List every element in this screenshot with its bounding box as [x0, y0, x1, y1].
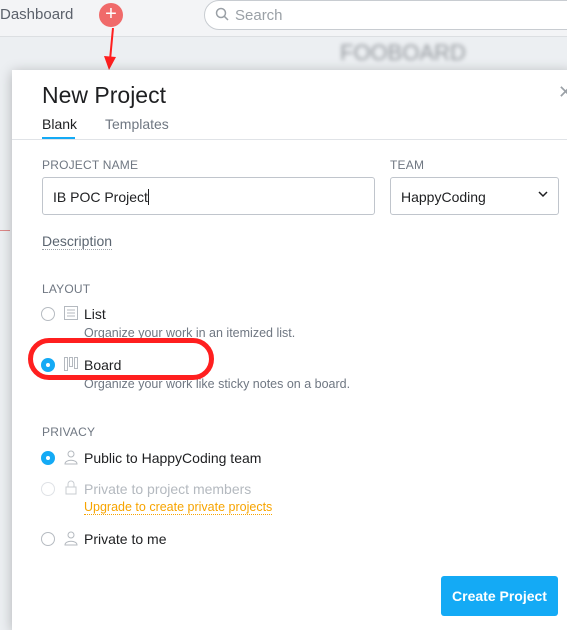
- list-icon: [64, 306, 78, 320]
- tab-divider: [12, 139, 567, 140]
- dashboard-link[interactable]: Dashboard: [0, 6, 73, 23]
- project-name-input[interactable]: IB POC Project: [42, 177, 375, 215]
- project-name-value: IB POC Project: [53, 189, 148, 205]
- project-name-label: PROJECT NAME: [42, 158, 139, 172]
- create-project-button[interactable]: Create Project: [441, 576, 558, 616]
- description-link[interactable]: Description: [42, 233, 113, 250]
- search-icon: [215, 7, 229, 21]
- privacy-me-radio[interactable]: [41, 532, 55, 546]
- search-input[interactable]: Search: [204, 0, 567, 30]
- annotation-highlight-ring: [28, 338, 214, 380]
- privacy-public-label: Public to HappyCoding team: [84, 450, 262, 466]
- top-bar: Dashboard + Search: [0, 0, 567, 37]
- layout-list-label: List: [84, 306, 106, 322]
- privacy-me-label: Private to me: [84, 531, 167, 547]
- tab-blank[interactable]: Blank: [42, 116, 77, 132]
- privacy-members-label: Private to project members: [84, 481, 252, 497]
- blurred-page-title: FOOBOARD: [340, 40, 466, 65]
- privacy-label: PRIVACY: [42, 425, 96, 439]
- person-icon: [64, 531, 78, 546]
- new-project-dialog: New Project ✕ Blank Templates PROJECT NA…: [12, 70, 567, 630]
- text-caret: [147, 189, 149, 205]
- privacy-members-radio[interactable]: [41, 482, 55, 496]
- search-placeholder: Search: [235, 7, 283, 24]
- tab-templates[interactable]: Templates: [105, 116, 169, 132]
- lock-icon: [65, 480, 77, 495]
- annotation-arrow: [104, 28, 116, 70]
- close-icon[interactable]: ✕: [558, 82, 567, 103]
- background-divider: [0, 230, 10, 291]
- team-label: TEAM: [390, 158, 425, 172]
- upgrade-link[interactable]: Upgrade to create private projects: [84, 500, 273, 515]
- team-value: HappyCoding: [401, 189, 486, 205]
- team-select[interactable]: HappyCoding: [390, 177, 559, 215]
- layout-label: LAYOUT: [42, 282, 91, 296]
- privacy-public-radio[interactable]: [41, 451, 55, 465]
- quick-add-button[interactable]: +: [99, 3, 123, 27]
- people-icon: [64, 450, 78, 465]
- layout-list-radio[interactable]: [41, 307, 55, 321]
- dialog-title: New Project: [42, 82, 166, 108]
- chevron-down-icon: [538, 191, 548, 198]
